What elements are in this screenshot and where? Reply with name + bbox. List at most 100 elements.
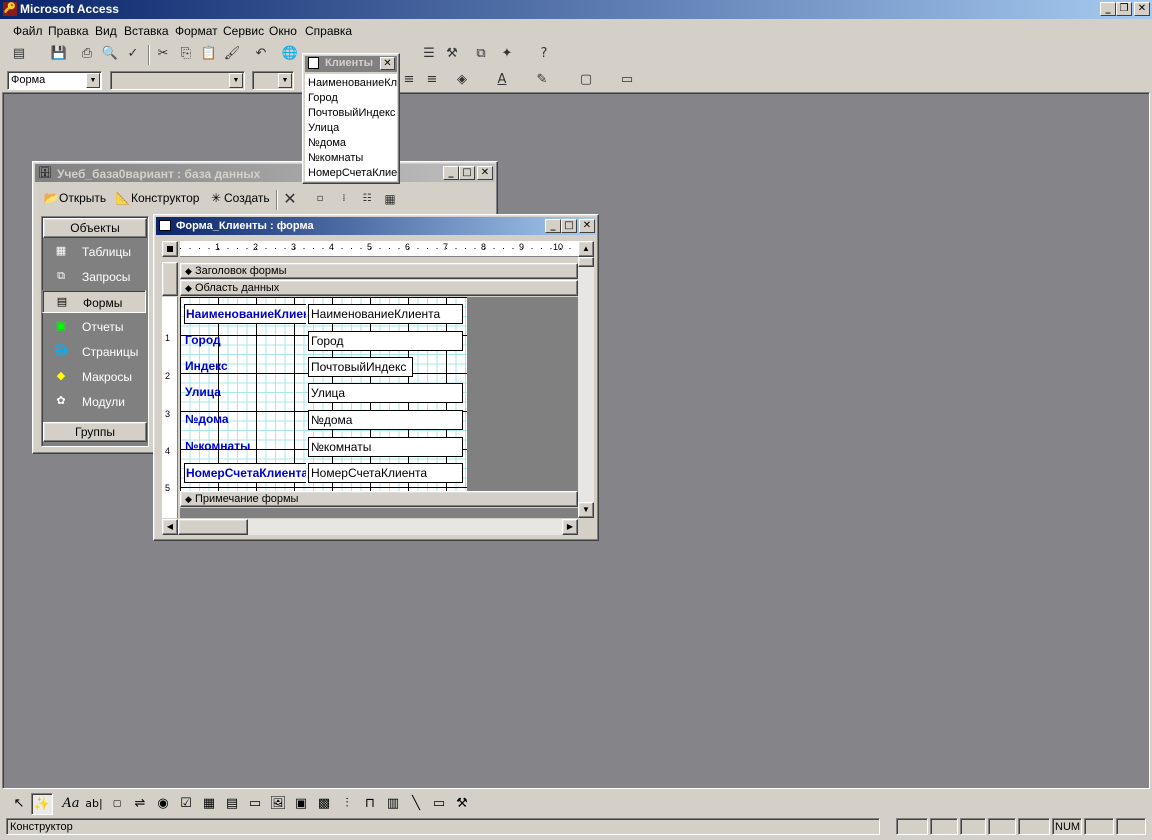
- line-tool-icon[interactable]: ╲: [405, 793, 427, 815]
- view-icon[interactable]: ▤: [8, 43, 30, 65]
- align-center-icon[interactable]: ≡: [398, 69, 420, 91]
- menu-format[interactable]: Формат: [175, 24, 218, 38]
- textbox-account-number[interactable]: НомерСчетаКлиента: [308, 463, 463, 483]
- line-color-icon[interactable]: ✎: [531, 69, 553, 91]
- close-button[interactable]: ✕: [477, 166, 493, 180]
- section-selector-header[interactable]: [162, 262, 178, 296]
- field-list-item[interactable]: ПочтовыйИндекс: [308, 107, 395, 119]
- special-effect-icon[interactable]: ▭: [616, 69, 638, 91]
- print-icon[interactable]: ⎙: [76, 43, 98, 65]
- image-icon[interactable]: 🖼: [267, 793, 289, 815]
- textbox-client-name[interactable]: НаименованиеКлиента: [308, 304, 463, 324]
- maximize-button[interactable]: □: [561, 219, 577, 233]
- horizontal-scrollbar[interactable]: ◀ ▶: [162, 519, 578, 535]
- rectangle-tool-icon[interactable]: ▭: [428, 793, 450, 815]
- vertical-scrollbar[interactable]: ▲ ▼: [578, 241, 594, 518]
- hscroll-thumb[interactable]: [178, 519, 248, 535]
- minimize-button[interactable]: _: [443, 166, 459, 180]
- copy-icon[interactable]: ⎘: [175, 43, 197, 65]
- small-icons-icon[interactable]: ⁞: [333, 188, 355, 210]
- list-icon[interactable]: ☷: [356, 188, 378, 210]
- app-titlebar[interactable]: 🔑 Microsoft Access _ ❐ ✕: [0, 0, 1152, 19]
- detail-section[interactable]: ◆ Область данных: [180, 280, 578, 296]
- font-size-combo[interactable]: ▼: [252, 71, 294, 90]
- textbox-tool-icon[interactable]: ab|: [83, 793, 105, 815]
- objects-queries[interactable]: ⧉ Запросы: [42, 265, 146, 288]
- scroll-thumb[interactable]: [578, 257, 594, 267]
- label-client-name[interactable]: НаименованиеКлиен: [184, 304, 306, 324]
- list-box-icon[interactable]: ▤: [221, 793, 243, 815]
- menu-edit[interactable]: Правка: [48, 24, 89, 38]
- scroll-down-icon[interactable]: ▼: [578, 502, 594, 518]
- close-icon[interactable]: ✕: [380, 57, 395, 70]
- menu-insert[interactable]: Вставка: [124, 24, 169, 38]
- menu-window[interactable]: Окно: [269, 24, 297, 38]
- combo-box-icon[interactable]: ▦: [198, 793, 220, 815]
- option-button-icon[interactable]: ◉: [152, 793, 174, 815]
- label-account-number[interactable]: НомерСчетаКлиента: [184, 463, 306, 483]
- database-window-icon[interactable]: ⧉: [470, 43, 492, 65]
- form-window-titlebar[interactable]: Форма_Клиенты : форма _ □ ✕: [156, 217, 596, 235]
- db-design-button[interactable]: 📐Конструктор: [115, 191, 200, 205]
- close-button[interactable]: ✕: [579, 219, 595, 233]
- font-color-icon[interactable]: A: [491, 69, 513, 91]
- objects-macros[interactable]: ◆ Макросы: [42, 365, 146, 388]
- chevron-down-icon[interactable]: ▼: [229, 73, 243, 88]
- unbound-object-icon[interactable]: ▣: [290, 793, 312, 815]
- field-list-item[interactable]: Улица: [308, 122, 339, 134]
- details-icon[interactable]: ▦: [379, 188, 401, 210]
- field-list-item[interactable]: НомерСчетаКлие: [308, 167, 397, 179]
- delete-icon[interactable]: ✕: [279, 188, 301, 210]
- align-right-icon[interactable]: ≡: [421, 69, 443, 91]
- db-create-button[interactable]: ✳ Создать: [208, 191, 270, 205]
- toggle-button-icon[interactable]: ⇌: [129, 793, 151, 815]
- objects-header-button[interactable]: Объекты: [43, 218, 147, 238]
- objects-forms[interactable]: ▤ Формы: [42, 290, 146, 313]
- border-icon[interactable]: ▢: [575, 69, 597, 91]
- large-icons-icon[interactable]: ▫: [309, 188, 331, 210]
- check-box-icon[interactable]: ☑: [175, 793, 197, 815]
- menu-help[interactable]: Справка: [305, 24, 352, 38]
- objects-tables[interactable]: ▦ Таблицы: [42, 240, 146, 263]
- label-street[interactable]: Улица: [184, 383, 306, 403]
- spelling-icon[interactable]: ✓: [122, 43, 144, 65]
- subform-icon[interactable]: ▥: [382, 793, 404, 815]
- restore-button[interactable]: ❐: [1116, 2, 1132, 16]
- scroll-up-icon[interactable]: ▲: [578, 241, 594, 257]
- form-selector[interactable]: [162, 241, 178, 257]
- new-object-icon[interactable]: ✦: [496, 43, 518, 65]
- form-header-section[interactable]: ◆ Заголовок формы: [180, 263, 578, 279]
- chevron-down-icon[interactable]: ▼: [278, 73, 292, 88]
- menu-file[interactable]: Файл: [13, 24, 43, 38]
- objects-modules[interactable]: ✿ Модули: [42, 390, 146, 413]
- more-controls-icon[interactable]: ⚒: [451, 793, 473, 815]
- preview-icon[interactable]: 🔍: [99, 43, 121, 65]
- tab-control-icon[interactable]: ⊓: [359, 793, 381, 815]
- menu-view[interactable]: Вид: [95, 24, 117, 38]
- objects-reports[interactable]: ▣ Отчеты: [42, 315, 146, 338]
- control-wizards-icon[interactable]: ✨: [31, 793, 53, 815]
- minimize-button[interactable]: _: [545, 219, 561, 233]
- objects-pages[interactable]: 🌐 Страницы: [42, 340, 146, 363]
- field-list-item[interactable]: Город: [308, 92, 338, 104]
- maximize-button[interactable]: □: [459, 166, 475, 180]
- bound-object-icon[interactable]: ▩: [313, 793, 335, 815]
- textbox-house-number[interactable]: №дома: [308, 410, 463, 430]
- help-icon[interactable]: ?: [533, 43, 555, 65]
- field-list-titlebar[interactable]: Клиенты ✕: [305, 56, 397, 72]
- textbox-street[interactable]: Улица: [308, 383, 463, 403]
- field-list-window[interactable]: Клиенты ✕ НаименованиеКл Город ПочтовыйИ…: [302, 53, 400, 184]
- format-painter-icon[interactable]: 🖌: [221, 43, 243, 65]
- close-button[interactable]: ✕: [1134, 2, 1150, 16]
- label-index[interactable]: Индекс: [184, 357, 306, 377]
- field-list-item[interactable]: №дома: [308, 137, 346, 149]
- db-open-button[interactable]: 📂Открыть: [43, 191, 107, 205]
- label-room-number[interactable]: №комнаты: [184, 437, 306, 457]
- command-button-icon[interactable]: ▭: [244, 793, 266, 815]
- scroll-left-icon[interactable]: ◀: [162, 519, 178, 535]
- label-house-number[interactable]: №дома: [184, 410, 306, 430]
- textbox-room-number[interactable]: №комнаты: [308, 437, 463, 457]
- fill-color-icon[interactable]: ◈: [451, 69, 473, 91]
- select-objects-icon[interactable]: ↖: [8, 793, 30, 815]
- label-tool-icon[interactable]: Aa: [60, 793, 82, 815]
